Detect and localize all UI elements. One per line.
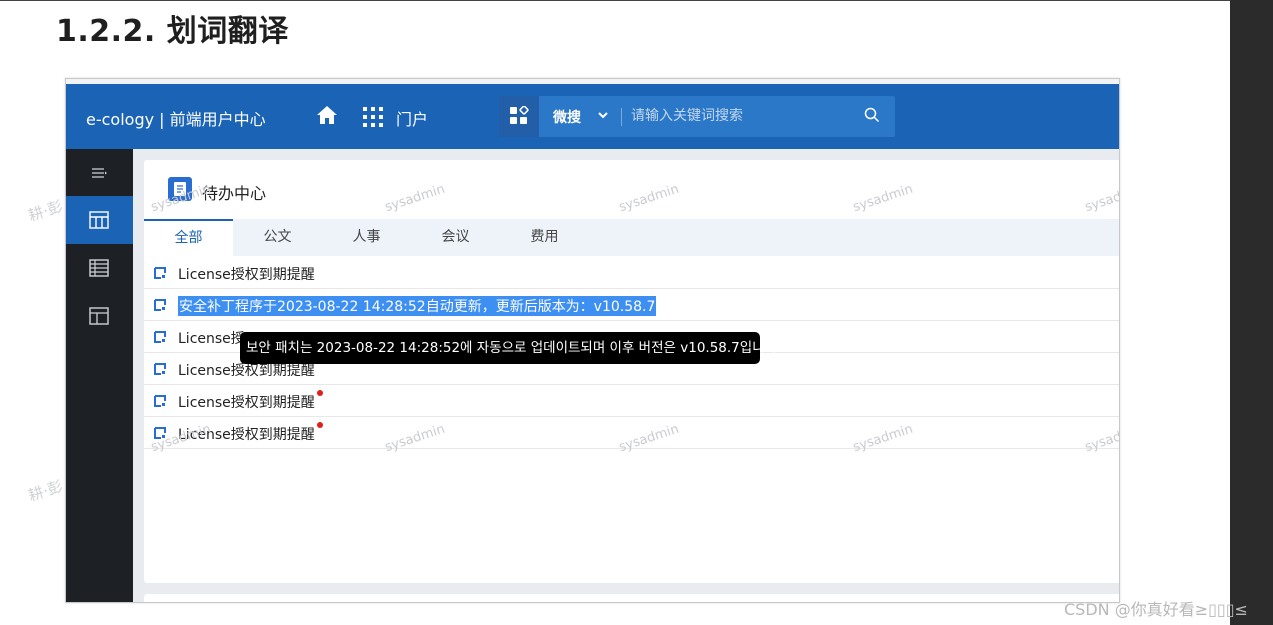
list-item[interactable]: License授权到期提醒 (144, 257, 1119, 289)
list-item-title[interactable]: License授权到期提醒 (178, 392, 315, 412)
list-item[interactable]: 安全补丁程序于2023-08-22 14:28:52自动更新，更新后版本为：v1… (144, 289, 1119, 321)
todo-panel: 待办中心 全部 公文 人事 会议 费用 License授权到期提醒 安全补丁程序… (144, 160, 1119, 583)
search-engine-select[interactable]: 微搜 (553, 107, 581, 127)
list-item-title[interactable]: License授 (178, 328, 245, 348)
search-input[interactable] (631, 104, 851, 128)
list-item-title[interactable]: License授权到期提醒 (178, 264, 315, 284)
tab-official-docs[interactable]: 公文 (233, 219, 322, 256)
brand-title: e-cology | 前端用户中心 (86, 110, 266, 129)
tab-meetings[interactable]: 会议 (411, 219, 500, 256)
chevron-down-icon[interactable] (597, 108, 609, 126)
global-search: 微搜 (499, 96, 895, 137)
document-heading: 1.2.2. 划词翻译 (56, 14, 289, 49)
menu-icon (92, 168, 107, 178)
sidebar-collapse-toggle[interactable] (66, 149, 133, 197)
csdn-credit: CSDN @你真好看≥▯▯▯≤ (1064, 600, 1248, 619)
flow-icon (154, 299, 166, 311)
scrollbar-track[interactable] (1230, 0, 1273, 625)
apps-grid-icon[interactable] (362, 106, 384, 128)
search-icon[interactable] (864, 107, 880, 128)
sidebar-item-table[interactable] (66, 244, 133, 292)
sidebar-item-panels[interactable] (66, 292, 133, 340)
search-divider (621, 108, 622, 126)
list-item[interactable]: License授权到期提醒 (144, 385, 1119, 417)
document-top-border (0, 0, 1230, 1)
watermark: 耕·彭 (26, 477, 65, 505)
tab-all[interactable]: 全部 (144, 219, 233, 256)
flow-icon (154, 395, 166, 407)
tab-expenses[interactable]: 费用 (500, 219, 589, 256)
unread-dot (317, 390, 323, 396)
tab-hr[interactable]: 人事 (322, 219, 411, 256)
sidebar (66, 149, 133, 602)
panels-icon (89, 307, 109, 325)
table-icon (89, 259, 109, 277)
unread-dot (317, 422, 323, 428)
translation-tooltip: 보안 패치는 2023-08-22 14:28:52에 자동으로 업데이트되며 … (240, 332, 781, 364)
next-panel (144, 594, 1119, 602)
list-item-title-selected[interactable]: 安全补丁程序于2023-08-22 14:28:52自动更新，更新后版本为：v1… (178, 296, 657, 316)
home-icon[interactable] (316, 104, 338, 126)
tab-bar: 全部 公文 人事 会议 费用 (144, 219, 1119, 256)
flow-icon (154, 267, 166, 279)
portal-nav-link[interactable]: 门户 (396, 106, 428, 130)
flow-icon (154, 363, 166, 375)
flow-icon (154, 331, 166, 343)
widget-switch-icon[interactable] (499, 96, 539, 137)
sidebar-item-dashboard[interactable] (66, 196, 133, 244)
layout-icon (89, 211, 109, 229)
app-header: e-cology | 前端用户中心 门户 微搜 (66, 84, 1119, 149)
watermark: 耕·彭 (26, 197, 65, 225)
